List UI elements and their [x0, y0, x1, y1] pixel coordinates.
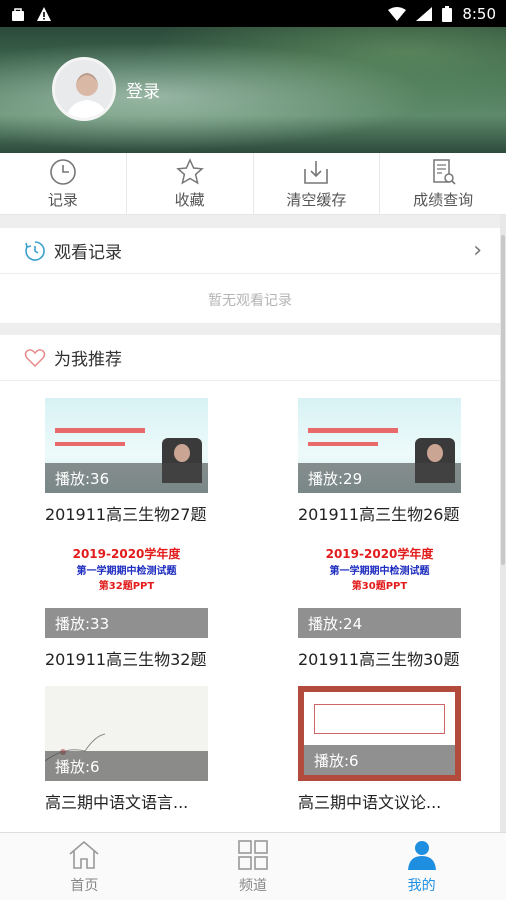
video-title: 201911高三生物26题: [298, 505, 460, 524]
video-card[interactable]: 2019-2020学年度 第一学期期中检测试题 第32题PPT 播放:33 20…: [45, 543, 235, 670]
history-header[interactable]: 观看记录 ›: [0, 228, 500, 274]
thumb-frame-inner: [314, 704, 445, 734]
video-thumbnail: 播放:36: [45, 398, 208, 493]
clear-cache-label: 清空缓存: [286, 191, 347, 209]
scrollbar[interactable]: [500, 215, 506, 832]
nav-home[interactable]: 首页: [0, 833, 169, 900]
video-thumbnail: 2019-2020学年度 第一学期期中检测试题 第30题PPT 播放:24: [298, 543, 461, 638]
recommend-header: 为我推荐: [0, 335, 500, 381]
clock-time: 8:50: [462, 4, 496, 23]
grid-icon: [238, 840, 268, 870]
clear-cache-button[interactable]: 清空缓存: [254, 153, 381, 214]
quick-actions-bar: 记录 收藏 清空缓存 成绩查询: [0, 153, 506, 215]
video-card[interactable]: 播放:29 201911高三生物26题: [298, 398, 488, 525]
thumb-line: 第一学期期中检测试题: [329, 566, 430, 577]
video-thumbnail: 播放:6: [298, 686, 461, 781]
score-query-button[interactable]: 成绩查询: [380, 153, 506, 214]
profile-header: 登录: [0, 27, 506, 153]
recommend-grid: 播放:36 201911高三生物27题 播放:29 201911高三生物26题 …: [0, 383, 500, 828]
login-link[interactable]: 登录: [126, 77, 160, 102]
play-count: 播放:6: [304, 745, 455, 775]
play-count: 播放:36: [45, 463, 208, 493]
favorites-button[interactable]: 收藏: [127, 153, 254, 214]
records-button[interactable]: 记录: [0, 153, 127, 214]
thumb-line: 第一学期期中检测试题: [76, 566, 177, 577]
wifi-icon: [388, 6, 407, 21]
thumb-line: 2019-2020学年度: [72, 547, 181, 561]
status-bar: 8:50: [0, 0, 506, 27]
video-thumbnail: 2019-2020学年度 第一学期期中检测试题 第32题PPT 播放:33: [45, 543, 208, 638]
play-count: 播放:6: [45, 751, 208, 781]
divider: [0, 323, 506, 335]
nav-channel[interactable]: 频道: [169, 833, 338, 900]
download-clear-icon: [304, 161, 329, 184]
records-label: 记录: [47, 191, 78, 209]
bag-icon: [12, 7, 24, 21]
video-card[interactable]: 播放:36 201911高三生物27题: [45, 398, 235, 525]
thumb-line: 第32题PPT: [98, 581, 155, 592]
video-card[interactable]: 2019-2020学年度 第一学期期中检测试题 第30题PPT 播放:24 20…: [298, 543, 488, 670]
star-icon: [175, 158, 204, 185]
nav-mine-label: 我的: [407, 878, 436, 894]
play-count: 播放:29: [298, 463, 461, 493]
signal-icon: [416, 6, 433, 21]
video-thumbnail: 播放:6: [45, 686, 208, 781]
history-title: 观看记录: [54, 243, 122, 263]
video-title: 201911高三生物30题: [298, 650, 460, 669]
warning-icon: [37, 6, 51, 21]
thumb-line: 2019-2020学年度: [325, 547, 434, 561]
scrollbar-thumb[interactable]: [501, 235, 505, 565]
score-query-label: 成绩查询: [413, 191, 474, 209]
video-thumbnail: 播放:29: [298, 398, 461, 493]
thumb-line: 第30题PPT: [351, 581, 408, 592]
play-count: 播放:33: [45, 608, 208, 638]
divider: [0, 215, 506, 228]
home-icon: [69, 840, 99, 869]
clock-icon: [50, 159, 76, 185]
recommend-title: 为我推荐: [54, 350, 122, 370]
favorites-label: 收藏: [174, 191, 205, 209]
bottom-nav: 首页 频道 我的: [0, 832, 506, 900]
video-title: 201911高三生物32题: [45, 650, 207, 669]
nav-home-label: 首页: [70, 878, 99, 894]
person-icon: [407, 841, 436, 870]
history-icon: [25, 240, 45, 261]
video-card[interactable]: 播放:6 高三期中语文议论...: [298, 686, 488, 813]
avatar[interactable]: [52, 57, 116, 121]
video-card[interactable]: 播放:6 高三期中语文语言...: [45, 686, 235, 813]
document-search-icon: [433, 159, 456, 185]
chevron-right-icon: ›: [473, 238, 482, 263]
play-count: 播放:24: [298, 608, 461, 638]
nav-channel-label: 频道: [239, 878, 267, 894]
history-empty-text: 暂无观看记录: [0, 277, 500, 323]
video-title: 201911高三生物27题: [45, 505, 207, 524]
battery-icon: [442, 5, 453, 22]
video-title: 高三期中语文语言...: [45, 793, 189, 812]
video-title: 高三期中语文议论...: [298, 793, 442, 812]
nav-mine[interactable]: 我的: [337, 833, 506, 900]
heart-icon: [24, 348, 46, 367]
